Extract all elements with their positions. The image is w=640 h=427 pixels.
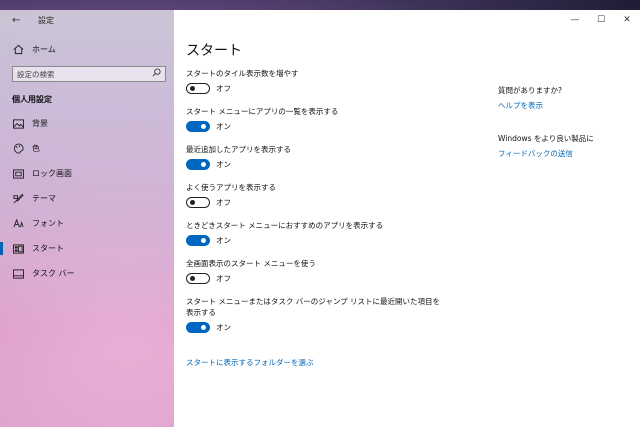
taskbar-icon — [12, 268, 24, 280]
setting-recent-apps: 最近追加したアプリを表示する オン — [186, 144, 446, 170]
setting-label: よく使うアプリを表示する — [186, 183, 276, 192]
toggle-switch[interactable] — [186, 121, 210, 132]
sidebar-item-label: スタート — [32, 244, 64, 253]
sidebar-item-font[interactable]: フォント — [0, 211, 174, 236]
toggle-state-text: オン — [216, 236, 231, 245]
nav-list: 背景 色 ロック画面 テーマ フォント スタート タスク バー — [0, 111, 174, 286]
help-link[interactable]: ヘルプを表示 — [498, 101, 543, 110]
toggle-row: オン — [186, 235, 446, 246]
sidebar-item-color[interactable]: 色 — [0, 136, 174, 161]
main-panel: スタート スタートのタイル表示数を増やす オフ スタート メニューにアプリの一覧… — [174, 30, 640, 427]
toggle-knob — [190, 199, 195, 205]
toggle-state-text: オン — [216, 122, 231, 131]
setting-full-screen: 全画面表示のスタート メニューを使う オフ — [186, 258, 446, 284]
setting-label: スタート メニューにアプリの一覧を表示する — [186, 107, 339, 116]
feedback-title: Windows をより良い製品に — [498, 134, 594, 143]
theme-brush-icon — [12, 193, 24, 205]
toggle-switch[interactable] — [186, 235, 210, 246]
home-label: ホーム — [32, 44, 56, 54]
sidebar-item-theme[interactable]: テーマ — [0, 186, 174, 211]
question-block: 質問がありますか? ヘルプを表示 — [498, 85, 628, 111]
palette-icon — [12, 143, 24, 155]
setting-label: 全画面表示のスタート メニューを使う — [186, 259, 316, 268]
toggle-knob — [201, 161, 206, 167]
picture-icon — [12, 118, 24, 130]
toggle-knob — [190, 275, 195, 281]
toggle-state-text: オン — [216, 323, 231, 332]
sidebar-item-label: 色 — [32, 144, 40, 153]
sidebar-item-background[interactable]: 背景 — [0, 111, 174, 136]
minimize-button[interactable]: — — [562, 10, 588, 30]
app-title: 設定 — [38, 15, 54, 25]
setting-most-used: よく使うアプリを表示する オフ — [186, 182, 446, 208]
toggle-knob — [201, 237, 206, 243]
toggle-state-text: オン — [216, 160, 231, 169]
setting-more-tiles: スタートのタイル表示数を増やす オフ — [186, 68, 446, 94]
search-box[interactable] — [12, 66, 166, 82]
toggle-switch[interactable] — [186, 83, 210, 94]
toggle-switch[interactable] — [186, 197, 210, 208]
home-icon — [12, 43, 24, 55]
sidebar-item-taskbar[interactable]: タスク バー — [0, 261, 174, 286]
sidebar-item-label: テーマ — [32, 194, 56, 203]
toggle-row: オフ — [186, 83, 446, 94]
lock-screen-icon — [12, 168, 24, 180]
sidebar-item-home[interactable]: ホーム — [0, 38, 174, 60]
question-title: 質問がありますか? — [498, 86, 562, 95]
back-arrow-icon[interactable]: ← — [12, 15, 30, 26]
toggle-row: オン — [186, 121, 446, 132]
toggle-row: オフ — [186, 273, 446, 284]
setting-jump-list: スタート メニューまたはタスク バーのジャンプ リストに最近開いた項目を表示する… — [186, 296, 446, 333]
start-grid-icon — [12, 243, 24, 255]
search-icon[interactable] — [152, 68, 161, 80]
page-title: スタート — [186, 43, 242, 59]
help-aside: 質問がありますか? ヘルプを表示 Windows をより良い製品に フィードバッ… — [498, 85, 628, 181]
toggle-knob — [201, 324, 206, 330]
content-area: ホーム 個人用設定 背景 — [0, 30, 640, 427]
toggle-row: オフ — [186, 197, 446, 208]
toggle-state-text: オフ — [216, 84, 231, 93]
feedback-link[interactable]: フィードバックの送信 — [498, 149, 573, 158]
sidebar-item-lock-screen[interactable]: ロック画面 — [0, 161, 174, 186]
section-header: 個人用設定 — [12, 95, 52, 104]
toggle-state-text: オフ — [216, 198, 231, 207]
choose-folders-link[interactable]: スタートに表示するフォルダーを選ぶ — [186, 357, 314, 368]
setting-label: スタート メニューまたはタスク バーのジャンプ リストに最近開いた項目を表示する — [186, 297, 441, 317]
toggle-knob — [190, 85, 195, 91]
setting-label: スタートのタイル表示数を増やす — [186, 69, 299, 78]
toggle-switch[interactable] — [186, 273, 210, 284]
title-bar-right: — ☐ ✕ — [174, 10, 640, 30]
font-icon — [12, 218, 24, 230]
title-bar-left: ← 設定 — [0, 10, 174, 30]
settings-list: スタートのタイル表示数を増やす オフ スタート メニューにアプリの一覧を表示する… — [186, 68, 446, 345]
sidebar-item-label: タスク バー — [32, 269, 75, 278]
title-bar: ← 設定 — ☐ ✕ — [0, 10, 640, 30]
setting-label: ときどきスタート メニューにおすすめのアプリを表示する — [186, 221, 384, 230]
feedback-block: Windows をより良い製品に フィードバックの送信 — [498, 133, 628, 159]
sidebar: ホーム 個人用設定 背景 — [0, 30, 174, 427]
toggle-state-text: オフ — [216, 274, 231, 283]
toggle-row: オン — [186, 322, 446, 333]
toggle-switch[interactable] — [186, 159, 210, 170]
toggle-switch[interactable] — [186, 322, 210, 333]
toggle-row: オン — [186, 159, 446, 170]
setting-app-list: スタート メニューにアプリの一覧を表示する オン — [186, 106, 446, 132]
settings-window: ← 設定 — ☐ ✕ ホーム 個人用設定 — [0, 10, 640, 427]
toggle-knob — [201, 123, 206, 129]
setting-label: 最近追加したアプリを表示する — [186, 145, 291, 154]
setting-suggestions: ときどきスタート メニューにおすすめのアプリを表示する オン — [186, 220, 446, 246]
sidebar-item-label: 背景 — [32, 119, 48, 128]
close-button[interactable]: ✕ — [614, 10, 640, 30]
sidebar-item-label: ロック画面 — [32, 169, 72, 178]
sidebar-item-start[interactable]: スタート — [0, 236, 174, 261]
sidebar-item-label: フォント — [32, 219, 64, 228]
maximize-button[interactable]: ☐ — [588, 10, 614, 30]
search-input[interactable] — [17, 69, 137, 79]
